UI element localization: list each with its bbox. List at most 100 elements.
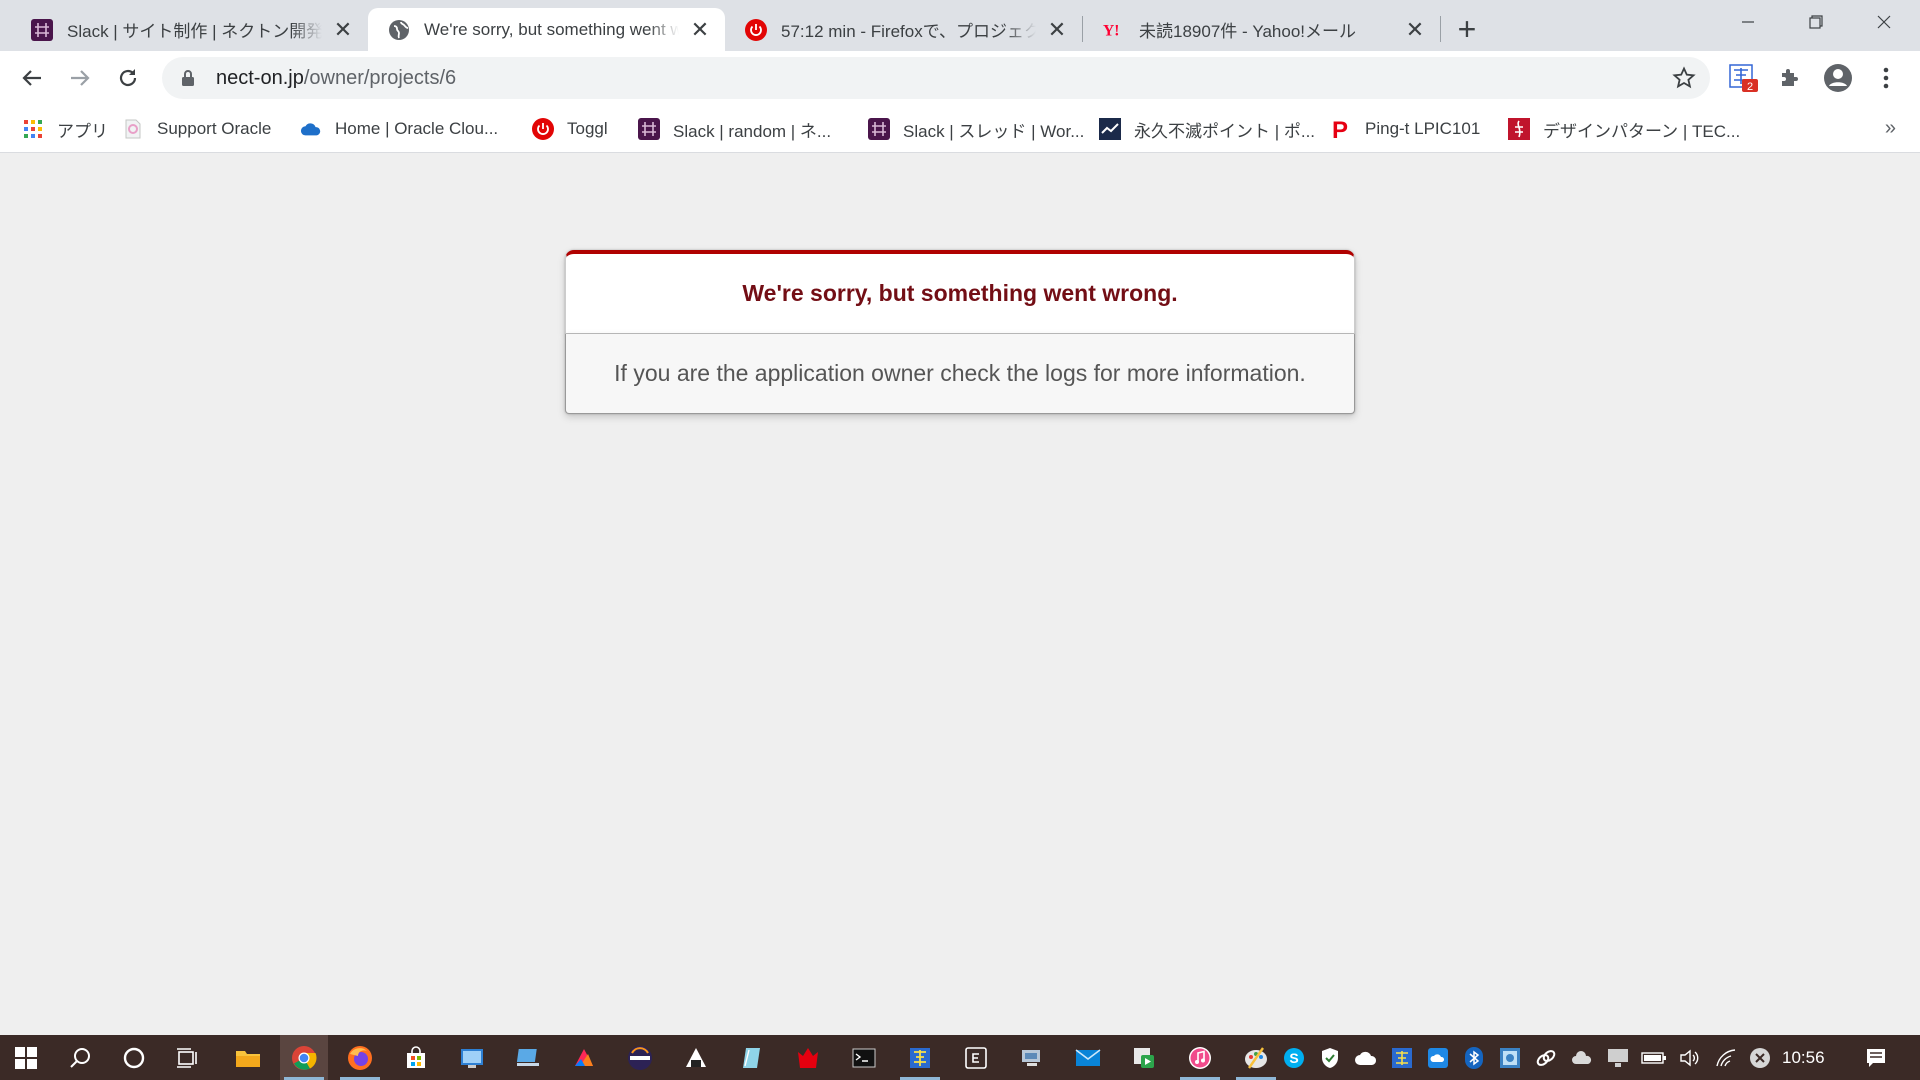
ime-pad-icon — [910, 1047, 930, 1068]
close-tab-icon[interactable]: ✕ — [689, 18, 711, 41]
taskbar-firefox[interactable] — [336, 1035, 384, 1080]
error-message: If you are the application owner check t… — [614, 360, 1306, 386]
bookmark-toggl[interactable]: Toggl — [532, 105, 608, 153]
taskbar-media-app[interactable] — [1120, 1035, 1168, 1080]
address-bar[interactable]: nect-on.jp/owner/projects/6 — [162, 57, 1710, 99]
firefox-icon — [348, 1045, 372, 1070]
close-tab-icon[interactable]: ✕ — [1046, 18, 1068, 41]
cloud-app-icon — [1428, 1047, 1448, 1068]
bookmark-oracle-cloud[interactable]: Home | Oracle Clou... — [300, 105, 498, 153]
chrome-menu-button[interactable] — [1866, 58, 1906, 98]
tab-error-page[interactable]: We're sorry, but something went wrong (5… — [368, 8, 725, 51]
bookmark-slack-thread[interactable]: Slack | スレッド | Wor... — [868, 105, 1084, 153]
svg-text:Y!: Y! — [1103, 22, 1119, 39]
taskbar-game-app[interactable] — [784, 1035, 832, 1080]
start-button[interactable] — [2, 1035, 50, 1080]
taskbar-remote-desktop[interactable] — [504, 1035, 552, 1080]
windows-taskbar: S 10:56 — [0, 1035, 1920, 1080]
chart-icon — [1099, 118, 1121, 140]
error-x-icon — [1750, 1047, 1770, 1068]
bookmark-eikyu-point[interactable]: 永久不滅ポイント | ポ... — [1099, 105, 1315, 153]
tray-display[interactable] — [1603, 1035, 1633, 1080]
taskbar-code-editor[interactable] — [952, 1035, 1000, 1080]
search-icon — [70, 1047, 90, 1068]
taskbar-terminal[interactable] — [840, 1035, 888, 1080]
cortana-button[interactable] — [110, 1035, 158, 1080]
tray-skype[interactable]: S — [1279, 1035, 1309, 1080]
globe-icon — [388, 19, 410, 41]
taskbar-intellij[interactable] — [560, 1035, 608, 1080]
tray-defender[interactable] — [1315, 1035, 1345, 1080]
minimize-button[interactable] — [1714, 0, 1782, 44]
tray-cloud-app[interactable] — [1423, 1035, 1453, 1080]
taskbar-chrome[interactable] — [280, 1035, 328, 1080]
lock-icon — [182, 70, 194, 86]
tray-volume[interactable] — [1675, 1035, 1705, 1080]
skype-icon: S — [1284, 1047, 1304, 1068]
reload-button[interactable] — [108, 58, 148, 98]
tray-network-share[interactable] — [1495, 1035, 1525, 1080]
bookmark-label: Slack | random | ネ... — [673, 121, 832, 141]
network-share-icon — [1500, 1047, 1520, 1068]
tab-toggl[interactable]: 57:12 min - Firefoxで、プロジェクト全 ✕ — [725, 8, 1082, 51]
new-tab-button[interactable]: + — [1445, 8, 1489, 51]
bookmark-apps[interactable]: アプリ — [22, 105, 108, 153]
bookmark-label: デザインパターン | TEC... — [1543, 121, 1741, 141]
bookmark-ping-t[interactable]: P Ping-t LPIC101 — [1330, 105, 1480, 153]
taskbar-sticky[interactable] — [728, 1035, 776, 1080]
tab-slack-site[interactable]: Slack | サイト制作 | ネクトン開発 ✕ — [11, 8, 368, 51]
taskbar-ime-app[interactable] — [896, 1035, 944, 1080]
bookmark-label: Ping-t LPIC101 — [1365, 119, 1481, 138]
taskbar-eclipse[interactable] — [616, 1035, 664, 1080]
paint-palette-icon — [1245, 1046, 1267, 1069]
search-button[interactable] — [56, 1035, 104, 1080]
tray-weather[interactable] — [1567, 1035, 1597, 1080]
bookmark-slack-random[interactable]: Slack | random | ネ... — [638, 105, 831, 153]
bookmark-star-icon[interactable] — [1672, 66, 1696, 90]
techscore-icon — [1508, 118, 1530, 140]
close-tab-icon[interactable]: ✕ — [332, 18, 354, 41]
tray-ime-pad[interactable] — [1387, 1035, 1417, 1080]
taskbar-file-explorer[interactable] — [224, 1035, 272, 1080]
taskbar-network-app[interactable] — [1008, 1035, 1056, 1080]
back-button[interactable] — [12, 58, 52, 98]
taskbar-store[interactable] — [392, 1035, 440, 1080]
taskbar-itunes[interactable] — [1176, 1035, 1224, 1080]
translate-extension-button[interactable]: 2 — [1724, 58, 1764, 98]
back-arrow-icon — [22, 70, 41, 86]
taskbar-paint[interactable] — [1232, 1035, 1280, 1080]
media-player-icon — [1134, 1047, 1154, 1068]
task-view-button[interactable] — [164, 1035, 212, 1080]
battery-icon — [1641, 1051, 1666, 1064]
forward-button[interactable] — [60, 58, 100, 98]
notification-icon — [1867, 1048, 1885, 1067]
folder-icon — [236, 1050, 260, 1067]
bookmark-design-pattern[interactable]: デザインパターン | TEC... — [1508, 105, 1740, 153]
action-center-button[interactable] — [1856, 1035, 1896, 1080]
clock-time[interactable]: 10:56 — [1782, 1035, 1825, 1080]
profile-button[interactable] — [1818, 58, 1858, 98]
bookmark-support-oracle[interactable]: Support Oracle — [122, 105, 271, 153]
control-panel-icon — [461, 1048, 483, 1068]
chrome-icon — [292, 1045, 317, 1070]
tray-bluetooth[interactable] — [1459, 1035, 1489, 1080]
intellij-icon — [575, 1048, 593, 1066]
taskbar-onigiri-app[interactable] — [672, 1035, 720, 1080]
more-bookmarks-button[interactable]: » — [1885, 117, 1896, 140]
error-message-box: If you are the application owner check t… — [565, 334, 1355, 414]
taskbar-mail[interactable] — [1064, 1035, 1112, 1080]
tray-battery[interactable] — [1639, 1035, 1669, 1080]
error-dialog: We're sorry, but something went wrong. I… — [565, 250, 1355, 414]
tab-strip: Slack | サイト制作 | ネクトン開発 ✕ We're sorry, bu… — [0, 0, 1920, 51]
restore-button[interactable] — [1782, 0, 1850, 44]
tray-onedrive[interactable] — [1351, 1035, 1381, 1080]
close-tab-icon[interactable]: ✕ — [1404, 18, 1426, 41]
forward-arrow-icon — [71, 70, 90, 86]
taskbar-app-settings[interactable] — [448, 1035, 496, 1080]
extensions-button[interactable] — [1770, 58, 1810, 98]
tray-sync[interactable] — [1531, 1035, 1561, 1080]
close-window-button[interactable] — [1850, 0, 1918, 44]
tab-yahoo-mail[interactable]: Y! 未読18907件 - Yahoo!メール ✕ — [1083, 8, 1440, 51]
tray-wifi[interactable] — [1711, 1035, 1741, 1080]
tray-status-error[interactable] — [1745, 1035, 1775, 1080]
